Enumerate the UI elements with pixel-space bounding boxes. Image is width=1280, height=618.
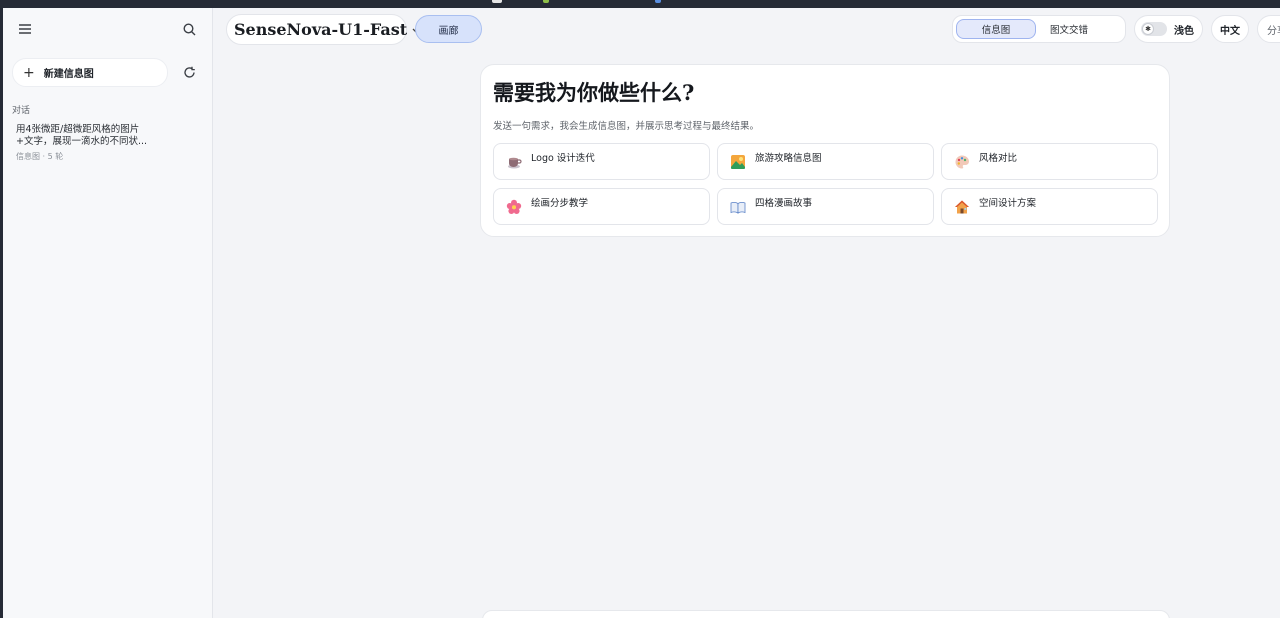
palette-icon: [954, 154, 970, 170]
conversation-title-line2: +文字，展现一滴水的不同状...: [16, 136, 148, 147]
conversations-section-label: 对话: [12, 106, 31, 116]
suggestion-label: Logo 设计迭代: [531, 153, 595, 164]
conversation-item[interactable]: 用4张微距/超微距风格的图片 +文字，展现一滴水的不同状... 信息图 · 5 …: [12, 122, 202, 170]
coffee-cup-icon: [506, 154, 522, 170]
new-infographic-button[interactable]: + 新建信息图: [12, 58, 168, 87]
theme-label: 浅色: [1174, 25, 1194, 37]
suggestion-space-design[interactable]: 空间设计方案: [941, 188, 1158, 225]
language-button[interactable]: 中文: [1211, 15, 1249, 43]
suggestion-style-compare[interactable]: 风格对比: [941, 143, 1158, 180]
model-name: SenseNova-U1-Fast: [234, 20, 408, 39]
conversation-title-line1: 用4张微距/超微距风格的图片: [16, 124, 140, 135]
page-title: 需要我为你做些什么?: [493, 80, 695, 105]
welcome-card: 需要我为你做些什么? 发送一句需求，我会生成信息图，并展示思考过程与最终结果。 …: [480, 64, 1170, 237]
window-top-strip: [0, 0, 1280, 8]
refresh-icon[interactable]: [175, 58, 203, 86]
suggestion-label: 风格对比: [979, 153, 1018, 164]
landscape-icon: [730, 154, 746, 170]
model-selector[interactable]: SenseNova-U1-Fast: [226, 14, 423, 45]
menu-icon[interactable]: [11, 15, 39, 43]
suggestion-travel-guide[interactable]: 旅游攻略信息图: [717, 143, 934, 180]
composer-panel[interactable]: [482, 610, 1170, 618]
theme-switch-track: ✱: [1141, 22, 1167, 36]
mode-switch: 信息图 图文交错: [952, 15, 1126, 43]
page-subtitle: 发送一句需求，我会生成信息图，并展示思考过程与最终结果。: [493, 121, 760, 132]
share-button[interactable]: 分享: [1257, 15, 1280, 43]
suggestion-logo-design[interactable]: Logo 设计迭代: [493, 143, 710, 180]
suggestion-comic-story[interactable]: 四格漫画故事: [717, 188, 934, 225]
new-infographic-label: 新建信息图: [43, 69, 94, 80]
plus-icon: +: [23, 64, 35, 81]
book-icon: [730, 199, 746, 215]
theme-toggle[interactable]: ✱ 浅色: [1134, 15, 1203, 43]
tab-infographic[interactable]: 信息图: [956, 19, 1036, 39]
sidebar: + 新建信息图 对话 用4张微距/超微距风格的图片 +文字，展现一滴水的不同状.…: [3, 8, 213, 618]
suggestion-label: 旅游攻略信息图: [755, 153, 822, 164]
flower-icon: [506, 199, 522, 215]
tab-indicator: [543, 0, 549, 3]
gallery-button[interactable]: 画廊: [415, 15, 482, 43]
tab-interleaved[interactable]: 图文交错: [1039, 19, 1099, 39]
sun-icon: ✱: [1142, 23, 1154, 35]
tab-indicator: [492, 0, 502, 3]
suggestion-label: 空间设计方案: [979, 198, 1037, 209]
suggestion-label: 四格漫画故事: [755, 198, 813, 209]
tab-indicator: [655, 0, 661, 3]
suggestion-drawing-tutorial[interactable]: 绘画分步教学: [493, 188, 710, 225]
suggestion-label: 绘画分步教学: [531, 198, 589, 209]
conversation-meta: 信息图 · 5 轮: [16, 152, 64, 161]
search-icon[interactable]: [175, 15, 203, 43]
house-icon: [954, 199, 970, 215]
